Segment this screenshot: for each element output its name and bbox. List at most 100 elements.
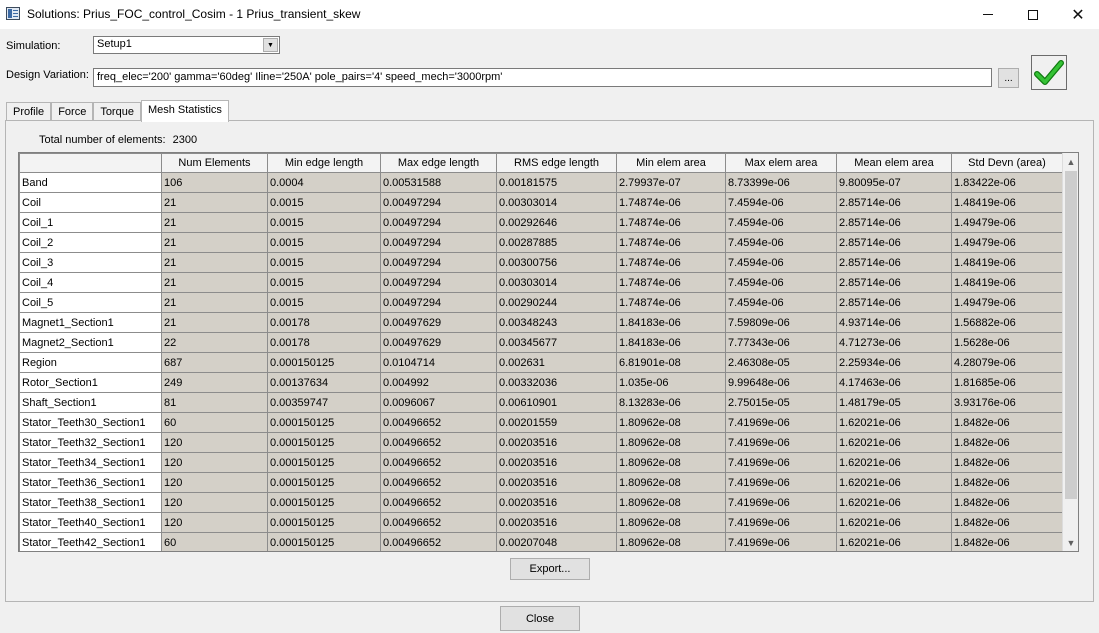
table-row[interactable]: Coil_5 21 0.0015 0.00497294 0.00290244 1.7487… — [19, 292, 1063, 313]
row-header[interactable]: Shaft_Section1 — [19, 392, 162, 413]
tab-strip: Profile Force Torque Mesh Statistics — [6, 100, 229, 122]
column-header[interactable]: Mean elem area — [836, 153, 952, 173]
table-cell: 1.74874e-06 — [616, 212, 726, 233]
row-header[interactable]: Stator_Teeth30_Section1 — [19, 412, 162, 433]
design-variation-browse-button[interactable]: ... — [998, 68, 1019, 88]
row-header[interactable]: Region — [19, 352, 162, 373]
total-elements: Total number of elements: 2300 — [39, 134, 197, 146]
minimize-button[interactable] — [965, 0, 1011, 29]
row-header[interactable]: Coil_2 — [19, 232, 162, 253]
column-header[interactable]: Max edge length — [380, 153, 497, 173]
table-cell: 120 — [161, 452, 268, 473]
corner-header[interactable] — [19, 153, 162, 173]
table-row[interactable]: Rotor_Section1 249 0.00137634 0.004992 0.003… — [19, 372, 1063, 393]
table-cell: 0.0015 — [267, 192, 381, 213]
table-cell: 7.4594e-06 — [725, 192, 837, 213]
table-cell: 0.00496652 — [380, 532, 497, 551]
table-cell: 1.8482e-06 — [951, 412, 1063, 433]
close-window-button[interactable]: ✕ — [1055, 0, 1099, 29]
table-cell: 0.00497294 — [380, 192, 497, 213]
table-cell: 1.8482e-06 — [951, 512, 1063, 533]
column-header[interactable]: Max elem area — [725, 153, 837, 173]
table-row[interactable]: Coil_4 21 0.0015 0.00497294 0.00303014 1.7487… — [19, 272, 1063, 293]
column-header[interactable]: Std Devn (area) — [951, 153, 1063, 173]
table-cell: 0.000150125 — [267, 532, 381, 551]
tab-profile[interactable]: Profile — [6, 102, 52, 122]
row-header[interactable]: Magnet1_Section1 — [19, 312, 162, 333]
row-header[interactable]: Coil_3 — [19, 252, 162, 273]
apply-variation-button[interactable] — [1031, 55, 1067, 90]
column-header[interactable]: Num Elements — [161, 153, 268, 173]
design-variation-field[interactable]: freq_elec='200' gamma='60deg' Iline='250… — [93, 68, 992, 87]
table-cell: 0.00287885 — [496, 232, 617, 253]
table-row[interactable]: Stator_Teeth40_Section1 120 0.000150125 0.0… — [19, 512, 1063, 533]
table-cell: 0.00292646 — [496, 212, 617, 233]
table-cell: 21 — [161, 312, 268, 333]
row-header[interactable]: Stator_Teeth36_Section1 — [19, 472, 162, 493]
table-cell: 1.80962e-08 — [616, 412, 726, 433]
table-cell: 0.0096067 — [380, 392, 497, 413]
mesh-statistics-grid[interactable]: Num Elements Min edge length Max edge leng… — [18, 152, 1079, 552]
table-cell: 0.00203516 — [496, 432, 617, 453]
table-row[interactable]: Magnet2_Section1 22 0.00178 0.00497629 0.003… — [19, 332, 1063, 353]
row-header[interactable]: Band — [19, 172, 162, 193]
row-header[interactable]: Rotor_Section1 — [19, 372, 162, 393]
row-header[interactable]: Coil — [19, 192, 162, 213]
scrollbar-thumb[interactable] — [1065, 171, 1077, 499]
table-cell: 9.99648e-06 — [725, 372, 837, 393]
tab-torque[interactable]: Torque — [93, 102, 141, 122]
close-button[interactable]: Close — [500, 606, 580, 631]
row-header[interactable]: Stator_Teeth40_Section1 — [19, 512, 162, 533]
table-cell: 0.00201559 — [496, 412, 617, 433]
table-row[interactable]: Shaft_Section1 81 0.00359747 0.0096067 0.006… — [19, 392, 1063, 413]
simulation-value: Setup1 — [97, 38, 132, 50]
row-header[interactable]: Stator_Teeth42_Section1 — [19, 532, 162, 551]
row-header[interactable]: Coil_1 — [19, 212, 162, 233]
title-bar: Solutions: Prius_FOC_control_Cosim - 1 P… — [0, 0, 1099, 29]
tab-force[interactable]: Force — [51, 102, 94, 122]
column-header[interactable]: Min edge length — [267, 153, 381, 173]
row-header[interactable]: Magnet2_Section1 — [19, 332, 162, 353]
column-header[interactable]: Min elem area — [616, 153, 726, 173]
table-row[interactable]: Band 106 0.0004 0.00531588 0.00181575 2.79937… — [19, 172, 1063, 193]
table-row[interactable]: Stator_Teeth30_Section1 60 0.000150125 0.00… — [19, 412, 1063, 433]
table-cell: 7.4594e-06 — [725, 252, 837, 273]
table-cell: 1.48419e-06 — [951, 252, 1063, 273]
table-cell: 8.13283e-06 — [616, 392, 726, 413]
table-cell: 1.56882e-06 — [951, 312, 1063, 333]
table-cell: 0.00137634 — [267, 372, 381, 393]
table-cell: 1.035e-06 — [616, 372, 726, 393]
simulation-select[interactable]: Setup1 ▼ — [93, 36, 280, 54]
table-cell: 1.62021e-06 — [836, 532, 952, 551]
table-cell: 1.48179e-05 — [836, 392, 952, 413]
table-cell: 21 — [161, 192, 268, 213]
export-button[interactable]: Export... — [510, 558, 590, 580]
row-header[interactable]: Coil_5 — [19, 292, 162, 313]
scroll-down-arrow-icon[interactable]: ▼ — [1063, 534, 1078, 551]
table-row[interactable]: Stator_Teeth42_Section1 60 0.000150125 0.00… — [19, 532, 1063, 551]
table-row[interactable]: Stator_Teeth38_Section1 120 0.000150125 0.0… — [19, 492, 1063, 513]
table-row[interactable]: Coil_1 21 0.0015 0.00497294 0.00292646 1.7487… — [19, 212, 1063, 233]
vertical-scrollbar[interactable]: ▲ ▼ — [1062, 153, 1078, 551]
row-header[interactable]: Stator_Teeth32_Section1 — [19, 432, 162, 453]
table-row[interactable]: Stator_Teeth36_Section1 120 0.000150125 0.0… — [19, 472, 1063, 493]
table-row[interactable]: Coil 21 0.0015 0.00497294 0.00303014 1.74874e… — [19, 192, 1063, 213]
table-cell: 7.41969e-06 — [725, 492, 837, 513]
table-row[interactable]: Coil_3 21 0.0015 0.00497294 0.00300756 1.7487… — [19, 252, 1063, 273]
table-cell: 0.00178 — [267, 332, 381, 353]
scroll-up-arrow-icon[interactable]: ▲ — [1063, 153, 1078, 170]
table-row[interactable]: Stator_Teeth32_Section1 120 0.000150125 0.0… — [19, 432, 1063, 453]
table-cell: 0.002631 — [496, 352, 617, 373]
row-header[interactable]: Stator_Teeth38_Section1 — [19, 492, 162, 513]
table-cell: 1.80962e-08 — [616, 492, 726, 513]
tab-mesh-statistics[interactable]: Mesh Statistics — [140, 100, 229, 122]
table-row[interactable]: Coil_2 21 0.0015 0.00497294 0.00287885 1.7487… — [19, 232, 1063, 253]
table-row[interactable]: Magnet1_Section1 21 0.00178 0.00497629 0.003… — [19, 312, 1063, 333]
row-header[interactable]: Stator_Teeth34_Section1 — [19, 452, 162, 473]
table-row[interactable]: Region 687 0.000150125 0.0104714 0.002631 6.8… — [19, 352, 1063, 373]
table-row[interactable]: Stator_Teeth34_Section1 120 0.000150125 0.0… — [19, 452, 1063, 473]
column-header[interactable]: RMS edge length — [496, 153, 617, 173]
row-header[interactable]: Coil_4 — [19, 272, 162, 293]
table-cell: 0.00497294 — [380, 292, 497, 313]
maximize-button[interactable] — [1010, 0, 1056, 29]
